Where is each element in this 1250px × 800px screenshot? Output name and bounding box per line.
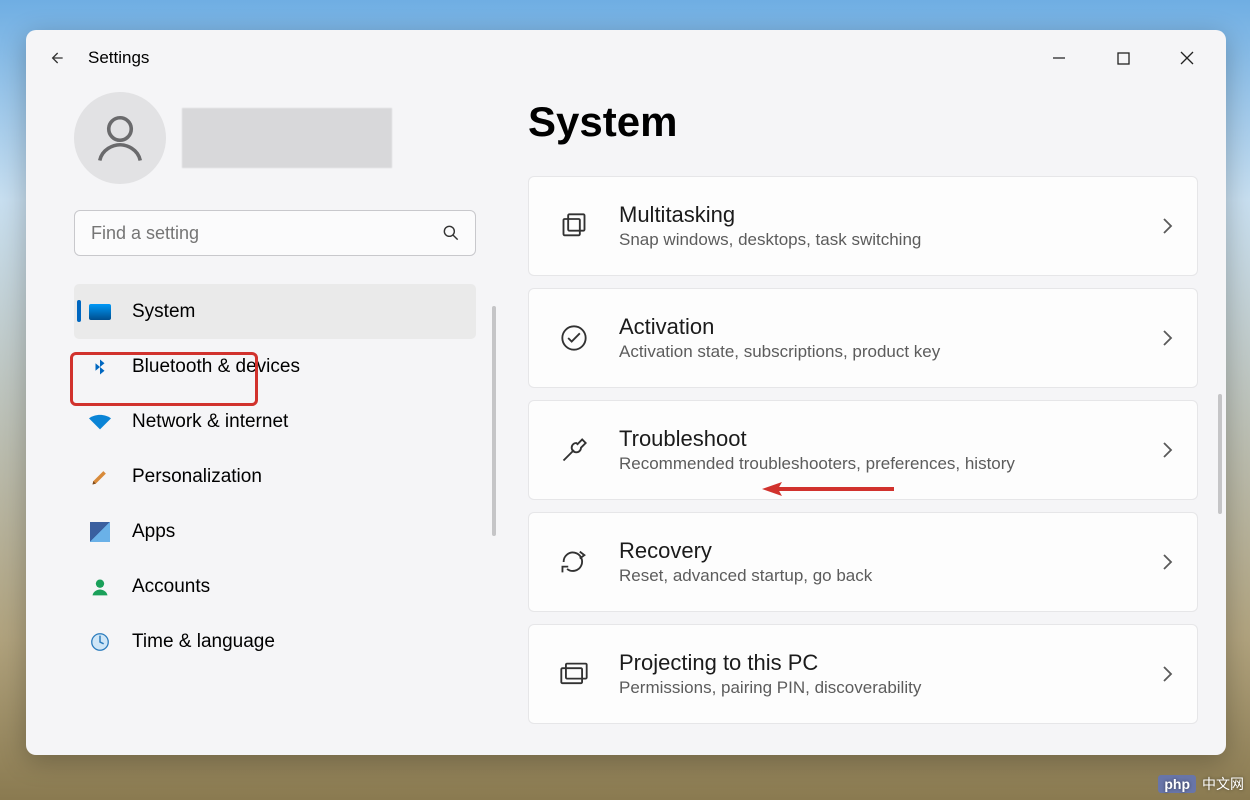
settings-window: Settings [26, 30, 1226, 755]
search-icon [441, 223, 461, 243]
wifi-icon [88, 410, 112, 434]
card-subtitle: Snap windows, desktops, task switching [619, 230, 921, 250]
watermark-text: 中文网 [1202, 774, 1244, 794]
page-title: System [528, 98, 1198, 146]
sidebar: System Bluetooth & devices Network & int… [26, 86, 486, 755]
selection-accent [77, 300, 81, 322]
check-circle-icon [559, 323, 589, 353]
sidebar-item-system[interactable]: System [74, 284, 476, 339]
card-title: Projecting to this PC [619, 650, 921, 676]
back-button[interactable] [36, 38, 76, 78]
card-troubleshoot[interactable]: Troubleshoot Recommended troubleshooters… [528, 400, 1198, 500]
window-body: System Bluetooth & devices Network & int… [26, 86, 1226, 755]
chevron-right-icon [1161, 440, 1173, 460]
app-title: Settings [88, 48, 149, 68]
arrow-left-icon [46, 48, 66, 68]
sidebar-item-label: Accounts [132, 576, 210, 598]
card-text: Recovery Reset, advanced startup, go bac… [619, 538, 872, 586]
watermark-tag: php [1158, 775, 1196, 793]
card-text: Troubleshoot Recommended troubleshooters… [619, 426, 1015, 474]
minimize-button[interactable] [1036, 38, 1082, 78]
settings-cards: Multitasking Snap windows, desktops, tas… [528, 176, 1198, 724]
clock-globe-icon [88, 630, 112, 654]
search-input[interactable] [89, 222, 409, 245]
card-text: Projecting to this PC Permissions, pairi… [619, 650, 921, 698]
maximize-button[interactable] [1100, 38, 1146, 78]
sidebar-item-label: Bluetooth & devices [132, 356, 300, 378]
user-name-redacted [182, 108, 392, 168]
sidebar-item-label: System [132, 301, 195, 323]
card-activation[interactable]: Activation Activation state, subscriptio… [528, 288, 1198, 388]
avatar [74, 92, 166, 184]
close-icon [1180, 51, 1194, 65]
card-title: Multitasking [619, 202, 921, 228]
sidebar-nav: System Bluetooth & devices Network & int… [26, 284, 486, 669]
sidebar-item-network[interactable]: Network & internet [74, 394, 476, 449]
paintbrush-icon [88, 465, 112, 489]
card-text: Activation Activation state, subscriptio… [619, 314, 940, 362]
card-text: Multitasking Snap windows, desktops, tas… [619, 202, 921, 250]
recovery-icon [559, 547, 589, 577]
maximize-icon [1117, 52, 1130, 65]
sidebar-item-label: Personalization [132, 466, 262, 488]
card-recovery[interactable]: Recovery Reset, advanced startup, go bac… [528, 512, 1198, 612]
card-title: Recovery [619, 538, 872, 564]
wrench-icon [559, 435, 589, 465]
chevron-right-icon [1161, 216, 1173, 236]
card-subtitle: Permissions, pairing PIN, discoverabilit… [619, 678, 921, 698]
sidebar-item-time-language[interactable]: Time & language [74, 614, 476, 669]
person-icon [88, 575, 112, 599]
card-title: Activation [619, 314, 940, 340]
card-subtitle: Recommended troubleshooters, preferences… [619, 454, 1015, 474]
apps-icon [88, 520, 112, 544]
sidebar-item-personalization[interactable]: Personalization [74, 449, 476, 504]
minimize-icon [1052, 51, 1066, 65]
bluetooth-icon [88, 355, 112, 379]
window-controls [1036, 38, 1216, 78]
sidebar-item-label: Apps [132, 521, 175, 543]
card-multitasking[interactable]: Multitasking Snap windows, desktops, tas… [528, 176, 1198, 276]
sidebar-item-label: Network & internet [132, 411, 288, 433]
sidebar-item-apps[interactable]: Apps [74, 504, 476, 559]
close-button[interactable] [1164, 38, 1210, 78]
multitasking-icon [559, 211, 589, 241]
sidebar-item-accounts[interactable]: Accounts [74, 559, 476, 614]
card-title: Troubleshoot [619, 426, 1015, 452]
card-subtitle: Reset, advanced startup, go back [619, 566, 872, 586]
search-box[interactable] [74, 210, 476, 256]
card-projecting[interactable]: Projecting to this PC Permissions, pairi… [528, 624, 1198, 724]
display-icon [88, 300, 112, 324]
sidebar-item-label: Time & language [132, 631, 275, 653]
watermark: php 中文网 [1158, 774, 1244, 794]
chevron-right-icon [1161, 328, 1173, 348]
content-scrollbar[interactable] [1218, 394, 1222, 514]
titlebar: Settings [26, 30, 1226, 86]
chevron-right-icon [1161, 664, 1173, 684]
chevron-right-icon [1161, 552, 1173, 572]
projecting-icon [559, 659, 589, 689]
card-subtitle: Activation state, subscriptions, product… [619, 342, 940, 362]
search-wrap [26, 196, 486, 262]
user-icon [93, 111, 147, 165]
profile-section[interactable] [26, 86, 486, 196]
content-pane: System Multitasking Snap windows, deskto… [486, 86, 1226, 755]
sidebar-item-bluetooth[interactable]: Bluetooth & devices [74, 339, 476, 394]
